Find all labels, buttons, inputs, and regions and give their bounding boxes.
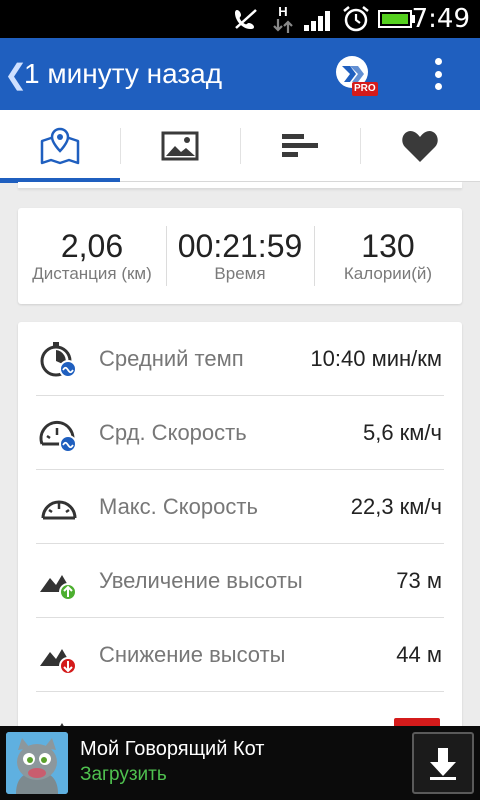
tab-splits[interactable] — [240, 110, 360, 182]
duration-value: 00:21:59 — [177, 228, 303, 264]
stopwatch-pace-icon — [40, 342, 77, 378]
tab-heart-rate[interactable] — [360, 110, 480, 182]
calories-label: Калории(й) — [343, 264, 433, 283]
status-bar: H 7:49 — [0, 0, 480, 38]
stat-row-max-speed: Макс. Скорость 22,3 км/ч — [36, 470, 444, 544]
card-edge — [18, 182, 462, 188]
stat-row-avg-pace: Средний темп 10:40 мин/км — [36, 322, 444, 396]
stat-row-elevation-gain: Увеличение высоты 73 м — [36, 544, 444, 618]
summary-card: 2,06 Дистанция (км) 00:21:59 Время 130 К… — [18, 208, 462, 304]
elevation-gain-icon — [40, 575, 77, 601]
avg-pace-value: 10:40 мин/км — [310, 346, 442, 371]
pro-upgrade-button[interactable]: PRO — [332, 52, 380, 98]
stat-row-elevation-loss: Снижение высоты 44 м — [36, 618, 444, 692]
elevation-loss-icon — [40, 649, 77, 675]
elevation-gain-value: 73 м — [396, 568, 442, 593]
pro-badge-label: PRO — [354, 83, 376, 94]
summary-distance: 2,06 Дистанция (км) — [18, 208, 166, 304]
bar-list-icon — [282, 134, 318, 157]
distance-value: 2,06 — [60, 228, 124, 264]
max-speed-label: Макс. Скорость — [99, 494, 258, 519]
tab-photos[interactable] — [120, 110, 240, 182]
signal-icon — [302, 6, 336, 32]
elevation-loss-label: Снижение высоты — [99, 642, 286, 667]
page-title[interactable]: 1 минуту назад — [24, 58, 222, 90]
map-pin-icon — [40, 127, 80, 165]
action-bar: ❮ 1 минуту назад PRO — [0, 38, 480, 110]
duration-label: Время — [214, 264, 266, 283]
tab-bar — [0, 110, 480, 183]
alarm-icon — [340, 6, 372, 32]
network-h-icon: H — [270, 2, 296, 36]
heart-icon — [402, 131, 438, 162]
ad-title[interactable]: Мой Говорящий Кот — [80, 738, 264, 761]
talking-tom-avatar — [6, 732, 68, 794]
clock: 7:49 — [411, 4, 470, 34]
stats-card: Средний темп 10:40 мин/км Срд. Скорость … — [18, 322, 462, 742]
max-speed-value: 22,3 км/ч — [350, 494, 442, 519]
distance-label: Дистанция (км) — [32, 264, 152, 283]
battery-icon — [378, 6, 416, 32]
avg-pace-label: Средний темп — [99, 346, 244, 371]
mute-icon — [232, 6, 260, 32]
download-arrow-icon — [430, 748, 456, 780]
summary-calories: 130 Калории(й) — [314, 208, 462, 304]
summary-duration: 00:21:59 Время — [166, 208, 314, 304]
speedometer-avg-icon — [39, 421, 77, 453]
avg-speed-label: Срд. Скорость — [99, 420, 247, 445]
stat-row-avg-speed: Срд. Скорость 5,6 км/ч — [36, 396, 444, 470]
avg-speed-value: 5,6 км/ч — [362, 420, 442, 445]
calories-value: 130 — [361, 228, 415, 264]
ad-install-link[interactable]: Загрузить — [80, 764, 167, 786]
ad-download-button[interactable] — [412, 732, 474, 794]
image-icon — [161, 131, 199, 161]
tab-map[interactable] — [0, 110, 120, 183]
network-h-label: H — [278, 3, 288, 19]
speedometer-max-icon — [41, 500, 77, 520]
more-vertical-icon[interactable] — [420, 54, 456, 94]
elevation-loss-value: 44 м — [396, 642, 442, 667]
elevation-gain-label: Увеличение высоты — [99, 568, 303, 593]
ad-banner[interactable]: Мой Говорящий Кот Загрузить — [0, 726, 480, 800]
